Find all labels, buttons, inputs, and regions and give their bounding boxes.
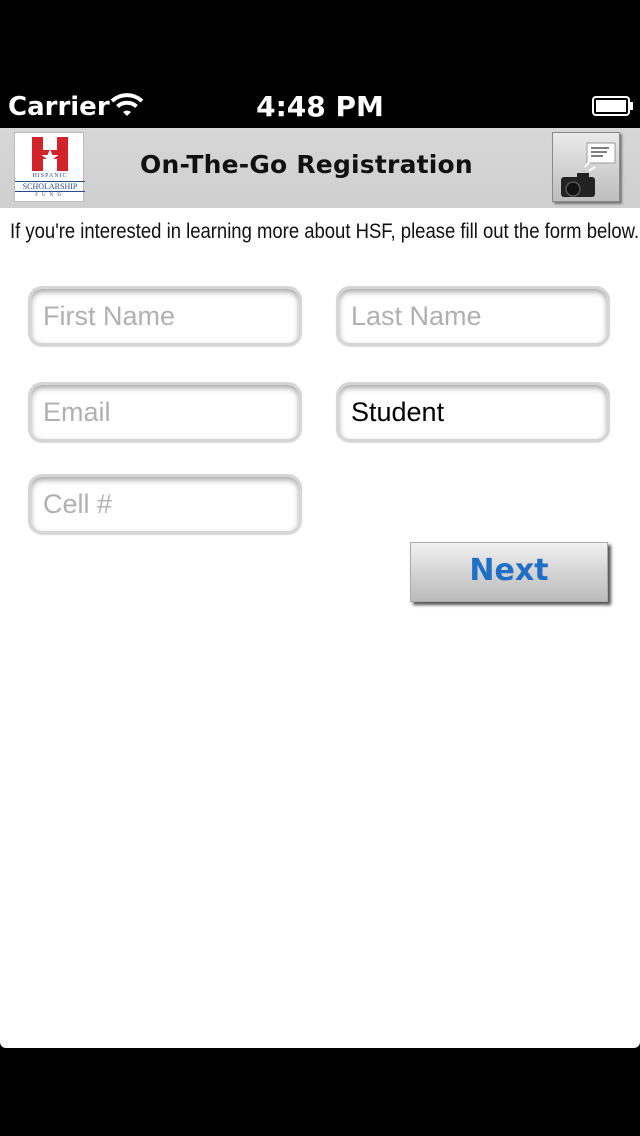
logo-text-scholarship: SCHOLARSHIP: [15, 181, 85, 192]
cell-input[interactable]: [43, 477, 293, 531]
hsf-logo-icon: [32, 137, 68, 171]
email-input[interactable]: [43, 385, 293, 439]
first-name-field[interactable]: [28, 286, 302, 346]
camera-button[interactable]: [552, 132, 620, 202]
logo-text-hispanic: HISPANIC: [32, 173, 68, 179]
last-name-input[interactable]: [351, 289, 601, 343]
logo-text-fund: FUND: [35, 193, 65, 198]
battery-icon: [592, 96, 634, 116]
role-input[interactable]: [351, 385, 601, 439]
next-button[interactable]: Next: [410, 542, 608, 602]
status-bar: Carrier 4:48 PM: [0, 84, 640, 128]
intro-text: If you're interested in learning more ab…: [10, 220, 640, 243]
role-field[interactable]: [336, 382, 610, 442]
app-screen: HISPANIC SCHOLARSHIP FUND On-The-Go Regi…: [0, 128, 640, 1048]
email-field[interactable]: [28, 382, 302, 442]
page-title: On-The-Go Registration: [140, 150, 473, 179]
first-name-input[interactable]: [43, 289, 293, 343]
clock: 4:48 PM: [256, 90, 384, 123]
camera-icon: [561, 142, 616, 197]
nav-bar: HISPANIC SCHOLARSHIP FUND On-The-Go Regi…: [0, 128, 640, 208]
hsf-logo: HISPANIC SCHOLARSHIP FUND: [14, 132, 85, 202]
cell-field[interactable]: [28, 474, 302, 534]
last-name-field[interactable]: [336, 286, 610, 346]
